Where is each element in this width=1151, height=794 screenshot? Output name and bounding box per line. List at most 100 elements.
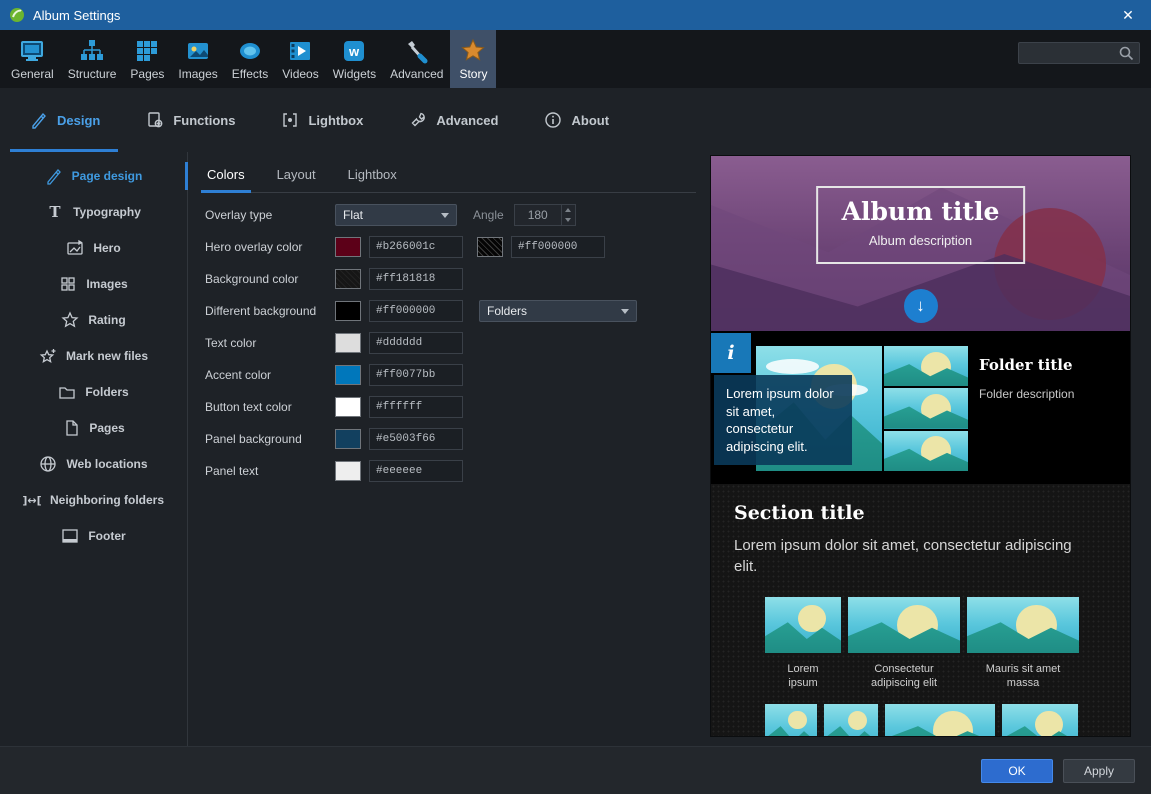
panel-text-hex-input[interactable] <box>369 460 463 482</box>
apply-button[interactable]: Apply <box>1063 759 1135 783</box>
panel-background-swatch[interactable] <box>335 429 361 449</box>
thumbnail[interactable]: Consectetur adipiscing elit <box>848 597 960 691</box>
tab-general[interactable]: General <box>4 30 61 88</box>
hero-icon <box>66 239 84 257</box>
tab-colors[interactable]: Colors <box>205 167 247 192</box>
background-color-swatch[interactable] <box>335 269 361 289</box>
stack-art <box>884 388 968 428</box>
panel-text-swatch[interactable] <box>335 461 361 481</box>
window-title: Album Settings <box>33 8 120 23</box>
tab-advanced[interactable]: Advanced <box>383 30 450 88</box>
close-icon[interactable]: ✕ <box>1105 0 1151 30</box>
row-button-text-color: Button text color <box>188 391 710 423</box>
stack-art <box>884 431 968 471</box>
sidebar-item-web-locations[interactable]: Web locations <box>0 446 187 482</box>
row-overlay-type: Overlay type Flat Angle <box>188 199 710 231</box>
different-background-hex-input[interactable] <box>369 300 463 322</box>
sidebar-item-footer[interactable]: Footer <box>0 518 187 554</box>
sidebar-item-rating[interactable]: Rating <box>0 302 187 338</box>
tab-effects[interactable]: Effects <box>225 30 275 88</box>
subtab-design[interactable]: Design <box>30 88 100 152</box>
hero-overlay-swatch-2[interactable] <box>477 237 503 257</box>
row-different-background: Different background Folders <box>188 295 710 327</box>
sidebar-item-hero[interactable]: Hero <box>0 230 187 266</box>
scroll-down-button[interactable]: ↓ <box>904 289 938 323</box>
thumbnail-art[interactable] <box>885 704 995 737</box>
thumbnail-art[interactable] <box>765 704 817 737</box>
tab-pages[interactable]: Pages <box>123 30 171 88</box>
general-icon <box>19 38 45 64</box>
sidebar-item-pages[interactable]: Pages <box>0 410 187 446</box>
tab-story[interactable]: Story <box>450 30 496 88</box>
tab-videos[interactable]: Videos <box>275 30 325 88</box>
angle-spinner[interactable] <box>514 204 576 226</box>
sidebar-item-neighboring-folders[interactable]: ]↔[ Neighboring folders <box>0 482 187 518</box>
tab-structure[interactable]: Structure <box>61 30 124 88</box>
subtab-about-label: About <box>571 113 609 128</box>
hero-overlay-swatch[interactable] <box>335 237 361 257</box>
accent-color-hex-input[interactable] <box>369 364 463 386</box>
search-input[interactable] <box>1023 46 1117 60</box>
tab-layout[interactable]: Layout <box>275 167 318 192</box>
stack-art <box>884 346 968 386</box>
sidebar-item-images[interactable]: Images <box>0 266 187 302</box>
search-icon <box>1117 44 1135 62</box>
functions-icon <box>146 111 164 129</box>
search-box[interactable] <box>1018 42 1140 64</box>
button-text-color-swatch[interactable] <box>335 397 361 417</box>
subtab-functions[interactable]: Functions <box>146 88 235 152</box>
accent-color-swatch[interactable] <box>335 365 361 385</box>
spin-up-icon[interactable] <box>562 205 575 215</box>
subtab-lightbox[interactable]: Lightbox <box>281 88 363 152</box>
preview-section: Section title Lorem ipsum dolor sit amet… <box>711 484 1130 737</box>
hero-overlay-hex-input[interactable] <box>369 236 463 258</box>
subtab-advanced[interactable]: Advanced <box>409 88 498 152</box>
subtab-about[interactable]: About <box>544 88 609 152</box>
sidebar-item-label: Images <box>86 277 127 291</box>
overlay-type-dropdown[interactable]: Flat <box>335 204 457 226</box>
folder-thumbnail-stack <box>884 346 968 471</box>
section-title: Section title <box>734 502 1130 524</box>
grid-icon <box>59 275 77 293</box>
sidebar-item-folders[interactable]: Folders <box>0 374 187 410</box>
thumbnail-art <box>765 597 841 653</box>
story-icon <box>460 38 486 64</box>
spin-down-icon[interactable] <box>562 215 575 225</box>
folder-icon <box>58 383 76 401</box>
sidebar-item-typography[interactable]: T Typography <box>0 194 187 230</box>
folder-overlay-text: Lorem ipsum dolor sit amet, consectetur … <box>714 375 852 465</box>
different-background-label: Different background <box>205 304 335 318</box>
tab-lightbox[interactable]: Lightbox <box>346 167 399 192</box>
background-color-label: Background color <box>205 272 335 286</box>
dialog-footer: OK Apply <box>0 746 1151 794</box>
ok-button[interactable]: OK <box>981 759 1053 783</box>
different-background-dropdown[interactable]: Folders <box>479 300 637 322</box>
panel-background-hex-input[interactable] <box>369 428 463 450</box>
footer-icon <box>61 527 79 545</box>
thumbnail[interactable]: Mauris sit amet massa <box>967 597 1079 691</box>
thumbnail-art[interactable] <box>1002 704 1078 737</box>
text-color-hex-input[interactable] <box>369 332 463 354</box>
star-plus-icon <box>39 347 57 365</box>
thumbnail[interactable]: Lorem ipsum <box>765 597 841 691</box>
subtab-functions-label: Functions <box>173 113 235 128</box>
text-color-swatch[interactable] <box>335 333 361 353</box>
page-icon <box>62 419 80 437</box>
tab-widgets[interactable]: w Widgets <box>326 30 383 88</box>
tab-pages-label: Pages <box>130 67 164 81</box>
different-background-swatch[interactable] <box>335 301 361 321</box>
thumbnail-art[interactable] <box>824 704 878 737</box>
angle-input[interactable] <box>515 205 561 225</box>
tab-images[interactable]: Images <box>171 30 224 88</box>
folder-title: Folder title <box>979 356 1074 374</box>
section-text: Lorem ipsum dolor sit amet, consectetur … <box>734 535 1079 577</box>
sidebar-item-page-design[interactable]: Page design <box>0 158 187 194</box>
button-text-color-hex-input[interactable] <box>369 396 463 418</box>
background-color-hex-input[interactable] <box>369 268 463 290</box>
hero-overlay-hex-input-2[interactable] <box>511 236 605 258</box>
sidebar-item-mark-new-files[interactable]: Mark new files <box>0 338 187 374</box>
angle-spin-buttons[interactable] <box>561 205 575 225</box>
sidebar-item-label: Pages <box>89 421 124 435</box>
typography-icon: T <box>46 203 64 221</box>
info-button[interactable]: i <box>711 333 751 373</box>
